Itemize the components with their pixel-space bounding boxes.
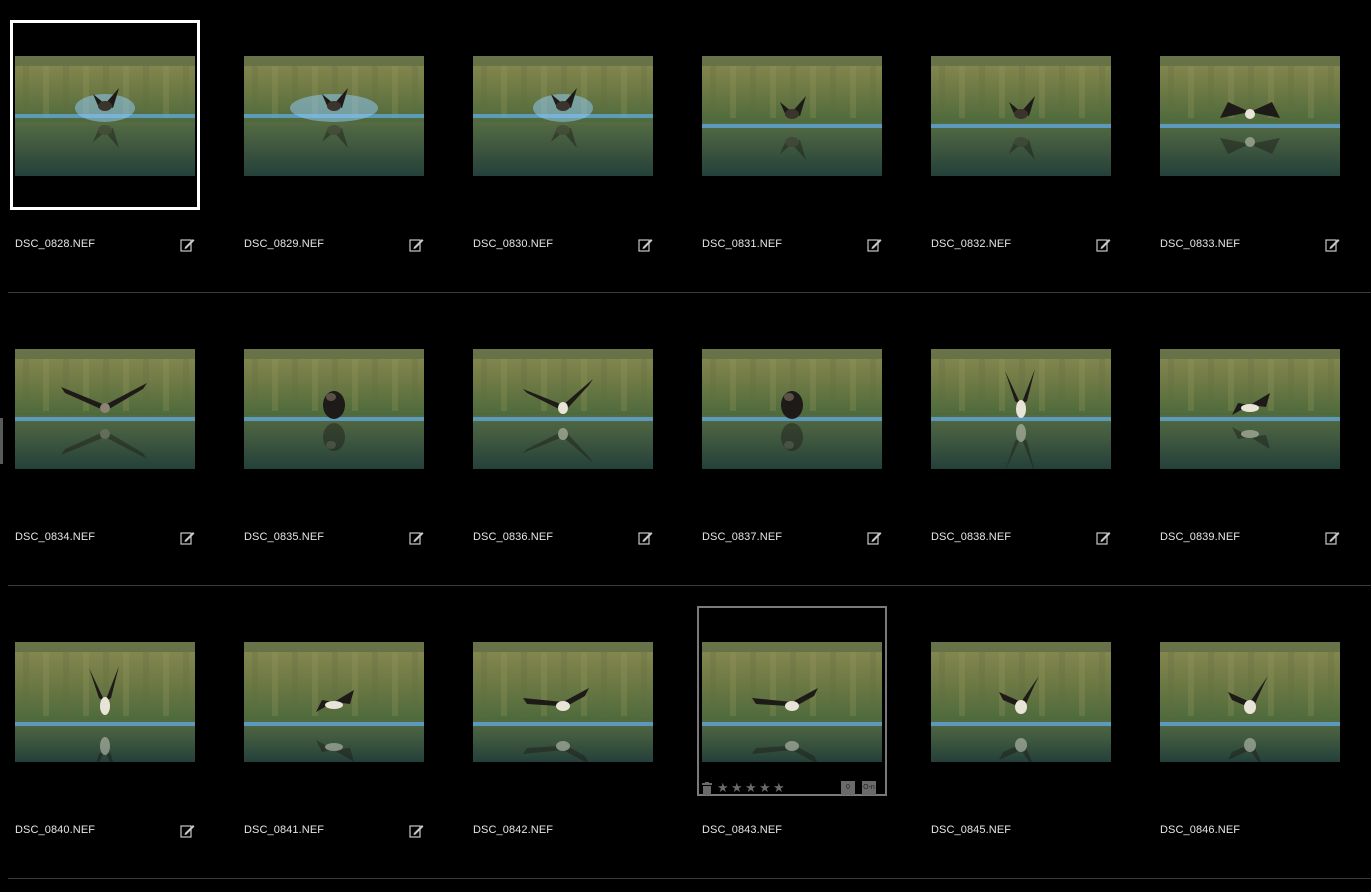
thumbnail-image[interactable] — [931, 642, 1111, 762]
thumbnail-filename: DSC_0838.NEF — [931, 531, 1012, 543]
thumbnail-cell[interactable]: DSC_0840.NEF — [8, 586, 237, 879]
thumbnail-filename: DSC_0836.NEF — [473, 531, 554, 543]
thumbnail-filename: DSC_0842.NEF — [473, 824, 554, 836]
thumbnail-filename: DSC_0830.NEF — [473, 238, 554, 250]
thumbnail-filename: DSC_0845.NEF — [931, 824, 1012, 836]
thumbnail-image[interactable] — [473, 642, 653, 762]
thumbnail-cell[interactable]: DSC_0835.NEF — [237, 293, 466, 586]
thumbnail-cell[interactable]: DSC_0845.NEF — [924, 586, 1153, 879]
thumbnail-filename: DSC_0841.NEF — [244, 824, 325, 836]
thumbnail-cell[interactable]: DSC_0828.NEF — [8, 0, 237, 293]
edited-icon[interactable] — [867, 530, 882, 545]
thumbnail-image[interactable] — [473, 56, 653, 176]
rating-star-icon[interactable]: ★ — [773, 781, 786, 794]
thumbnail-filename: DSC_0835.NEF — [244, 531, 325, 543]
trash-icon[interactable] — [701, 782, 713, 796]
thumbnail-image[interactable] — [1160, 642, 1340, 762]
thumbnail-cell[interactable]: DSC_0841.NEF — [237, 586, 466, 879]
thumbnail-cell[interactable]: DSC_0838.NEF — [924, 293, 1153, 586]
thumbnail-filename: DSC_0832.NEF — [931, 238, 1012, 250]
thumbnail-cell[interactable]: DSC_0829.NEF — [237, 0, 466, 293]
thumbnail-cell[interactable]: DSC_0832.NEF — [924, 0, 1153, 293]
thumbnail-cell[interactable]: DSC_0836.NEF — [466, 293, 695, 586]
thumbnail-image[interactable] — [244, 349, 424, 469]
thumbnail-cell[interactable]: DSC_0839.NEF — [1153, 293, 1371, 586]
thumbnail-cell[interactable]: DSC_0830.NEF — [466, 0, 695, 293]
thumbnail-image[interactable] — [702, 56, 882, 176]
rating-star-icon[interactable]: ★ — [731, 781, 744, 794]
rating-star-icon[interactable]: ★ — [759, 781, 772, 794]
thumbnail-filename: DSC_0837.NEF — [702, 531, 783, 543]
edited-icon[interactable] — [180, 237, 195, 252]
thumbnail-cell[interactable]: DSC_0842.NEF — [466, 586, 695, 879]
thumbnail-image[interactable] — [931, 56, 1111, 176]
osprey-figure — [323, 391, 345, 419]
rating-star-icon[interactable]: ★ — [717, 781, 730, 794]
thumbnail-filename: DSC_0843.NEF — [702, 824, 783, 836]
thumbnail-image[interactable] — [15, 349, 195, 469]
thumbnail-image[interactable] — [702, 349, 882, 469]
thumbnail-cell[interactable]: DSC_0831.NEF — [695, 0, 924, 293]
protect-badge-icon[interactable]: O-n — [862, 781, 876, 795]
edited-icon[interactable] — [409, 823, 424, 838]
hover-toolbar: ★ ★ ★ ★ ★ 0 O-n — [701, 781, 883, 799]
thumbnail-image[interactable] — [473, 349, 653, 469]
edited-icon[interactable] — [409, 530, 424, 545]
thumbnail-filename: DSC_0829.NEF — [244, 238, 325, 250]
edited-icon[interactable] — [180, 530, 195, 545]
edited-icon[interactable] — [638, 237, 653, 252]
thumbnail-image[interactable] — [244, 642, 424, 762]
edited-icon[interactable] — [409, 237, 424, 252]
thumbnail-image[interactable] — [931, 349, 1111, 469]
thumbnail-filename: DSC_0846.NEF — [1160, 824, 1241, 836]
thumbnail-cell[interactable]: DSC_0834.NEF — [8, 293, 237, 586]
thumbnail-filename: DSC_0839.NEF — [1160, 531, 1241, 543]
edited-icon[interactable] — [1325, 237, 1340, 252]
thumbnail-filename: DSC_0840.NEF — [15, 824, 96, 836]
thumbnail-filename: DSC_0828.NEF — [15, 238, 96, 250]
edited-icon[interactable] — [638, 530, 653, 545]
thumbnail-cell[interactable]: DSC_0846.NEF — [1153, 586, 1371, 879]
thumbnail-image[interactable] — [244, 56, 424, 176]
thumbnail-image[interactable] — [702, 642, 882, 762]
thumbnail-filename: DSC_0834.NEF — [15, 531, 96, 543]
edited-icon[interactable] — [180, 823, 195, 838]
thumbnail-filename: DSC_0831.NEF — [702, 238, 783, 250]
edited-icon[interactable] — [1096, 530, 1111, 545]
edited-icon[interactable] — [867, 237, 882, 252]
thumbnail-cell[interactable]: DSC_0837.NEF — [695, 293, 924, 586]
sidebar-resize-handle[interactable] — [0, 418, 3, 464]
thumbnail-cell[interactable]: DSC_0843.NEF ★ ★ ★ ★ ★ 0 O-n — [695, 586, 924, 879]
thumbnail-image[interactable] — [1160, 56, 1340, 176]
edited-icon[interactable] — [1096, 237, 1111, 252]
thumbnail-image[interactable] — [15, 56, 195, 176]
thumbnail-image[interactable] — [1160, 349, 1340, 469]
thumbnail-cell[interactable]: DSC_0833.NEF — [1153, 0, 1371, 293]
thumbnail-filename: DSC_0833.NEF — [1160, 238, 1241, 250]
thumbnail-grid: DSC_0828.NEF DSC_0829.NEF DSC_0830.NEF D… — [0, 0, 1371, 892]
osprey-figure — [781, 391, 803, 419]
edited-icon[interactable] — [1325, 530, 1340, 545]
thumbnail-image[interactable] — [15, 642, 195, 762]
rating-star-icon[interactable]: ★ — [745, 781, 758, 794]
label-badge-icon[interactable]: 0 — [841, 781, 855, 795]
